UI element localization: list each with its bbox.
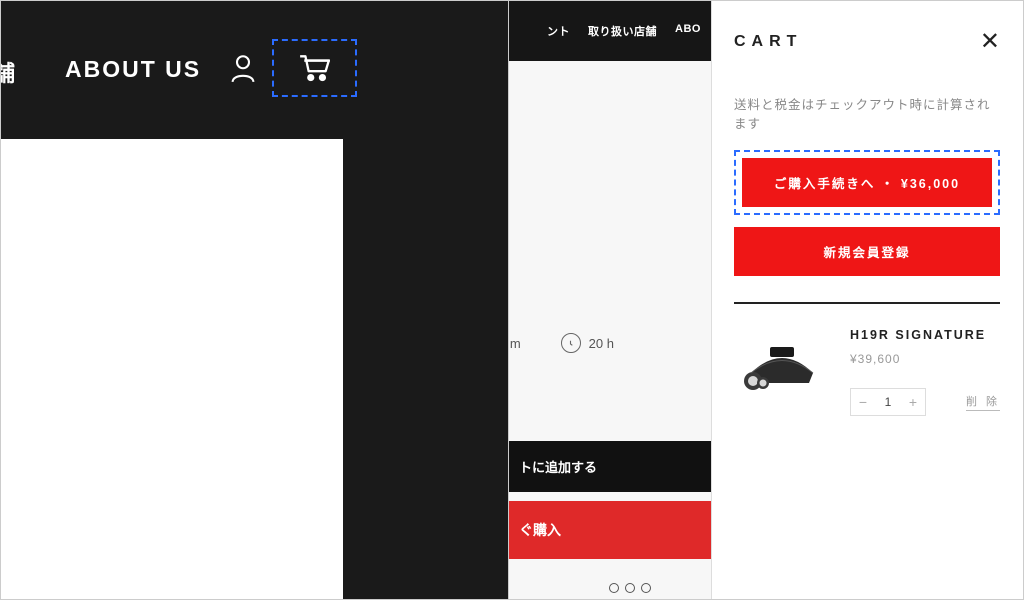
carousel-dots[interactable] xyxy=(609,583,651,593)
left-dark-panel: 舗 ABOUT US xyxy=(1,1,508,599)
close-icon[interactable]: ✕ xyxy=(980,27,1000,56)
spec-distance: 0 m xyxy=(508,336,521,351)
left-white-body xyxy=(1,139,343,599)
product-thumbnail[interactable] xyxy=(734,328,830,404)
product-name[interactable]: H19R SIGNATURE xyxy=(850,328,1000,342)
add-to-cart-button-fragment[interactable]: トに追加する xyxy=(509,441,711,492)
cart-title: CART xyxy=(734,33,802,51)
register-button[interactable]: 新規会員登録 xyxy=(734,227,1000,276)
qty-minus-button[interactable]: − xyxy=(851,389,875,415)
buy-now-button-fragment[interactable]: ぐ購入 xyxy=(509,501,711,559)
quantity-stepper: − 1 + xyxy=(850,388,926,416)
checkout-button[interactable]: ご購入手続きへ ・ ¥36,000 xyxy=(742,158,992,207)
qty-value: 1 xyxy=(875,395,901,409)
remove-link[interactable]: 削 除 xyxy=(966,393,1000,411)
qty-plus-button[interactable]: + xyxy=(901,389,925,415)
nav-link-cut[interactable]: 舗 xyxy=(0,56,16,88)
spec-runtime: 20 h xyxy=(561,333,614,353)
product-price: ¥39,600 xyxy=(850,352,1000,366)
user-icon[interactable] xyxy=(229,53,257,88)
dot-3[interactable] xyxy=(641,583,651,593)
dot-1[interactable] xyxy=(609,583,619,593)
mid-nav-item-3[interactable]: ABO xyxy=(675,23,701,39)
divider xyxy=(734,302,1000,304)
mid-header: ント 取り扱い店舗 ABO xyxy=(509,1,711,61)
cart-drawer: CART ✕ 送料と税金はチェックアウト時に計算されます ご購入手続きへ ・ ¥… xyxy=(711,1,1022,599)
product-page-fragment: ント 取り扱い店舗 ABO ure 0 m 20 h トに追加する ぐ購入 xyxy=(508,1,711,599)
product-title-fragment: ure xyxy=(508,61,711,263)
mid-nav-item-2[interactable]: 取り扱い店舗 xyxy=(588,23,657,39)
shipping-note: 送料と税金はチェックアウト時に計算されます xyxy=(734,94,1000,132)
cart-line-item: H19R SIGNATURE ¥39,600 − 1 + 削 除 xyxy=(734,328,1000,416)
mid-nav-item-1[interactable]: ント xyxy=(547,23,570,39)
checkout-highlight: ご購入手続きへ ・ ¥36,000 xyxy=(734,150,1000,215)
nav-about-us[interactable]: ABOUT US xyxy=(65,56,201,83)
clock-icon xyxy=(561,333,581,353)
cart-icon-highlight[interactable] xyxy=(272,39,357,97)
dot-2[interactable] xyxy=(625,583,635,593)
